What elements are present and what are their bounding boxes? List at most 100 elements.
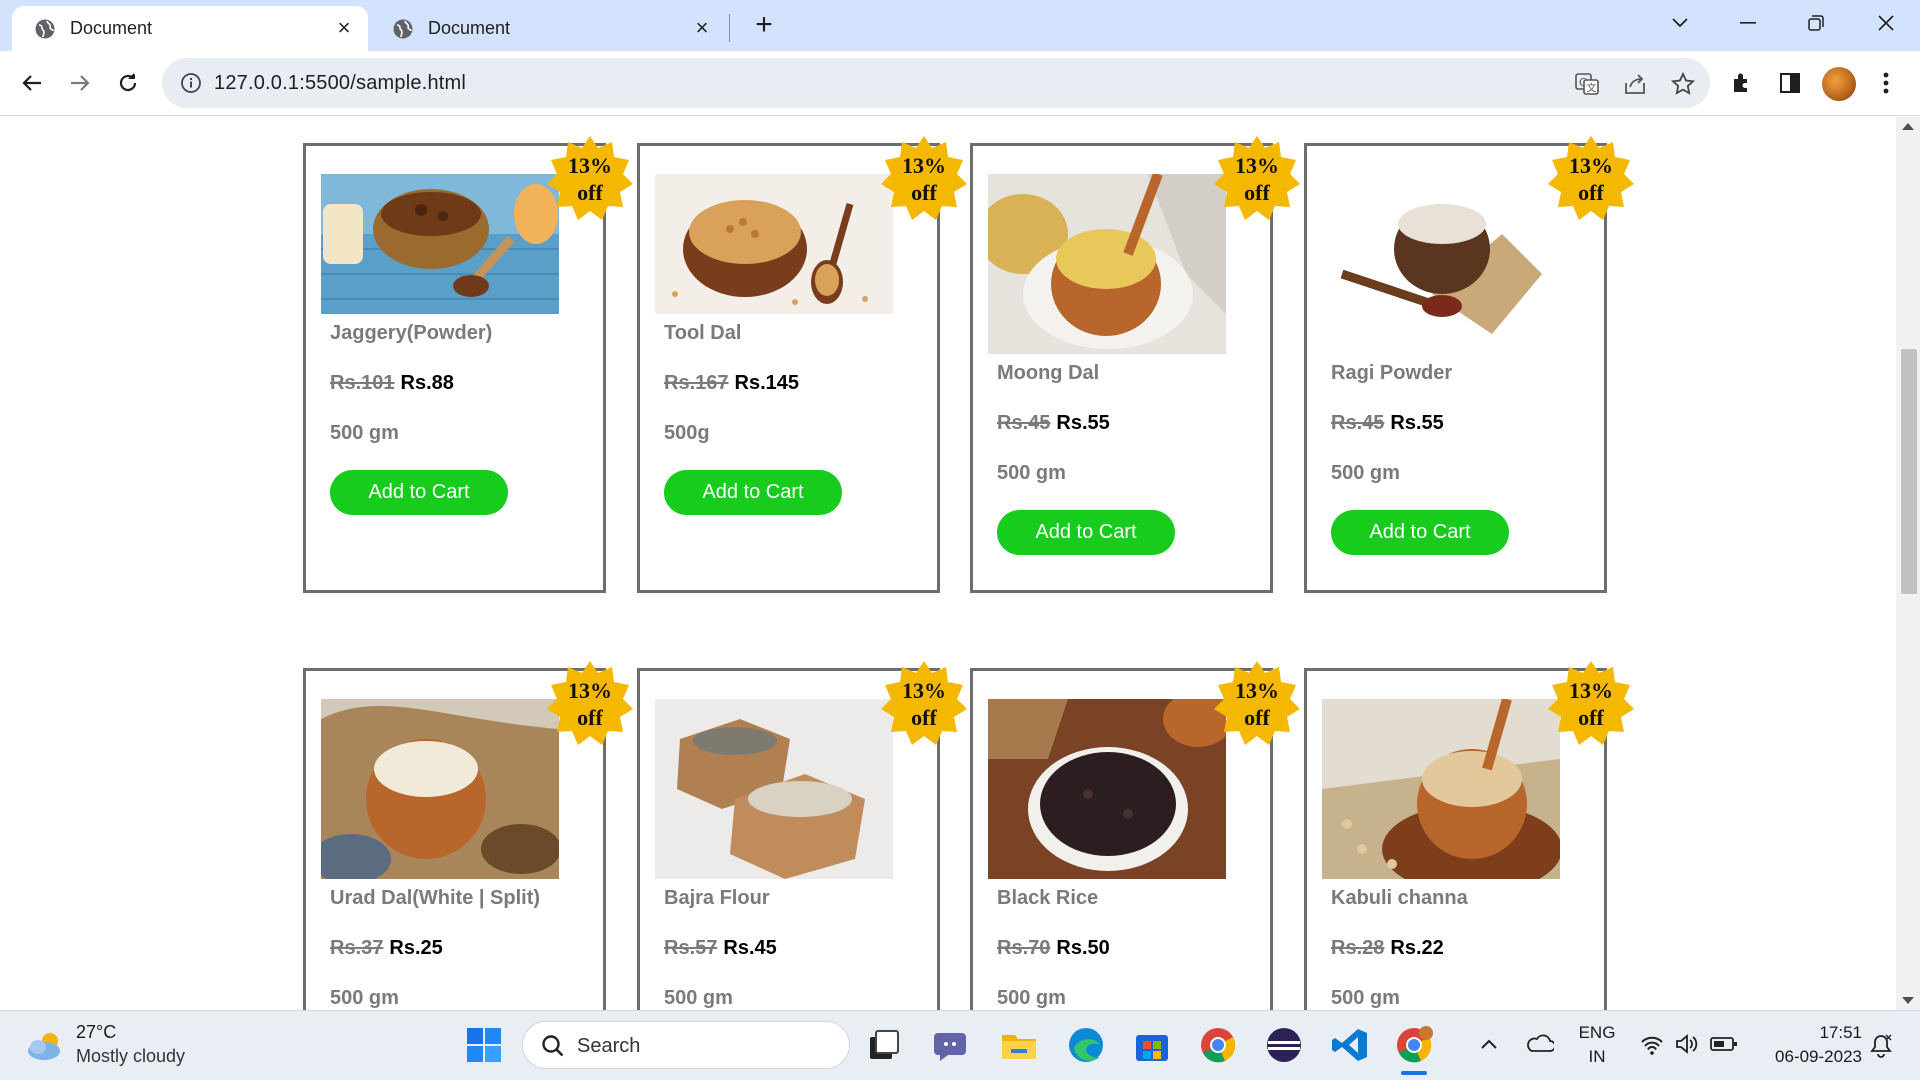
- teams-chat-icon[interactable]: [932, 1025, 972, 1065]
- url-text[interactable]: 127.0.0.1:5500/sample.html: [214, 72, 466, 95]
- clock-time[interactable]: 17:51: [1754, 1023, 1862, 1043]
- tab-separator: [729, 14, 730, 42]
- badge-text: 13% off: [902, 678, 946, 730]
- reload-icon[interactable]: [110, 65, 146, 101]
- badge-text: 13% off: [902, 153, 946, 205]
- forward-icon[interactable]: [62, 65, 98, 101]
- tab-document-2[interactable]: Document ×: [370, 6, 726, 51]
- old-price: Rs.70: [997, 937, 1051, 959]
- tab-title: Document: [428, 18, 511, 38]
- product-price: Rs.101 Rs.88: [330, 372, 454, 395]
- minimize-icon[interactable]: [1728, 6, 1768, 40]
- product-price: Rs.37 Rs.25: [330, 937, 443, 960]
- chrome-icon[interactable]: [1198, 1025, 1238, 1065]
- menu-kebab-icon[interactable]: [1870, 67, 1902, 99]
- add-to-cart-button[interactable]: Add to Cart: [1331, 510, 1509, 555]
- old-price: Rs.45: [997, 412, 1051, 434]
- translate-icon[interactable]: G文: [1574, 71, 1600, 97]
- onedrive-cloud-icon[interactable]: [1526, 1033, 1554, 1055]
- notification-bell-icon[interactable]: [1868, 1033, 1894, 1059]
- product-quantity: 500 gm: [997, 987, 1066, 1009]
- product-name: Ragi Powder: [1331, 362, 1453, 384]
- globe-icon: [393, 19, 413, 38]
- extensions-icon[interactable]: [1726, 67, 1758, 99]
- scroll-up-arrow-icon[interactable]: [1902, 123, 1914, 130]
- new-price: Rs.145: [734, 372, 800, 394]
- add-to-cart-button[interactable]: Add to Cart: [330, 470, 508, 515]
- vscode-icon[interactable]: [1330, 1025, 1370, 1065]
- product-image-bajra-flour: [655, 699, 893, 879]
- wifi-icon[interactable]: [1640, 1035, 1664, 1055]
- battery-icon[interactable]: [1710, 1035, 1738, 1053]
- product-quantity: 500 gm: [997, 462, 1066, 484]
- volume-icon[interactable]: [1674, 1033, 1698, 1055]
- bookmark-star-icon[interactable]: [1670, 71, 1696, 97]
- product-quantity: 500 gm: [664, 987, 733, 1009]
- badge-text: 13% off: [1569, 678, 1613, 730]
- language-indicator[interactable]: ENG: [1574, 1023, 1620, 1043]
- address-bar[interactable]: 127.0.0.1:5500/sample.html G文: [162, 58, 1710, 108]
- site-info-icon[interactable]: [180, 72, 202, 94]
- new-tab-button[interactable]: +: [748, 10, 780, 42]
- search-icon: [542, 1035, 564, 1057]
- profile-avatar[interactable]: [1822, 67, 1856, 101]
- product-name: Tool Dal: [664, 322, 742, 344]
- language-region[interactable]: IN: [1574, 1047, 1620, 1067]
- chrome-profile-icon[interactable]: [1394, 1025, 1434, 1065]
- scroll-down-arrow-icon[interactable]: [1902, 997, 1914, 1004]
- page-scrollbar[interactable]: [1896, 117, 1920, 1010]
- product-price: Rs.45 Rs.55: [997, 412, 1110, 435]
- restore-icon[interactable]: [1796, 6, 1836, 40]
- product-price: Rs.167 Rs.145: [664, 372, 799, 395]
- discount-badge: 13% off: [547, 659, 633, 745]
- close-window-icon[interactable]: [1866, 6, 1906, 40]
- scrollbar-thumb[interactable]: [1901, 349, 1917, 594]
- windows-start-icon[interactable]: [466, 1027, 502, 1063]
- new-price: Rs.50: [1056, 937, 1110, 959]
- product-image-urad-dal: [321, 699, 559, 879]
- task-view-icon[interactable]: [864, 1025, 904, 1065]
- new-price: Rs.88: [400, 372, 454, 394]
- tab-strip: Document × Document × +: [0, 0, 1920, 51]
- product-name: Jaggery(Powder): [330, 322, 493, 344]
- product-price: Rs.70 Rs.50: [997, 937, 1110, 960]
- weather-description[interactable]: Mostly cloudy: [76, 1046, 185, 1067]
- close-tab-icon[interactable]: ×: [334, 17, 354, 39]
- eclipse-icon[interactable]: [1264, 1025, 1304, 1065]
- old-price: Rs.101: [330, 372, 395, 394]
- new-price: Rs.25: [389, 937, 443, 959]
- product-price: Rs.28 Rs.22: [1331, 937, 1444, 960]
- discount-badge: 13% off: [881, 134, 967, 220]
- file-explorer-icon[interactable]: [999, 1025, 1039, 1065]
- new-price: Rs.45: [723, 937, 777, 959]
- product-price: Rs.57 Rs.45: [664, 937, 777, 960]
- discount-badge: 13% off: [1214, 659, 1300, 745]
- close-tab-icon[interactable]: ×: [692, 17, 712, 39]
- product-image-moong-dal: [988, 174, 1226, 354]
- discount-badge: 13% off: [881, 659, 967, 745]
- back-icon[interactable]: [14, 65, 50, 101]
- clock-date[interactable]: 06-09-2023: [1754, 1047, 1862, 1067]
- product-quantity: 500 gm: [1331, 462, 1400, 484]
- discount-badge: 13% off: [1548, 134, 1634, 220]
- tab-title: Document: [70, 18, 153, 38]
- tab-document-1[interactable]: Document ×: [12, 6, 368, 51]
- tab-search-chevron-icon[interactable]: [1660, 6, 1700, 40]
- weather-temperature[interactable]: 27°C: [76, 1022, 116, 1043]
- badge-text: 13% off: [1235, 153, 1279, 205]
- microsoft-store-icon[interactable]: [1132, 1025, 1172, 1065]
- product-quantity: 500 gm: [330, 422, 399, 444]
- product-quantity: 500 gm: [330, 987, 399, 1009]
- add-to-cart-button[interactable]: Add to Cart: [664, 470, 842, 515]
- product-card: Bajra Flour Rs.57 Rs.45 500 gm 13% off: [637, 661, 967, 1010]
- add-to-cart-button[interactable]: Add to Cart: [997, 510, 1175, 555]
- side-panel-icon[interactable]: [1774, 67, 1806, 99]
- edge-browser-icon[interactable]: [1066, 1025, 1106, 1065]
- show-hidden-icons-chevron-icon[interactable]: [1480, 1037, 1498, 1051]
- weather-cloudy-icon[interactable]: [26, 1029, 66, 1063]
- taskbar-search-input[interactable]: Search: [522, 1021, 850, 1069]
- product-card: Moong Dal Rs.45 Rs.55 500 gm Add to Cart …: [970, 136, 1300, 593]
- product-quantity: 500 gm: [1331, 987, 1400, 1009]
- discount-badge: 13% off: [547, 134, 633, 220]
- share-icon[interactable]: [1622, 71, 1648, 97]
